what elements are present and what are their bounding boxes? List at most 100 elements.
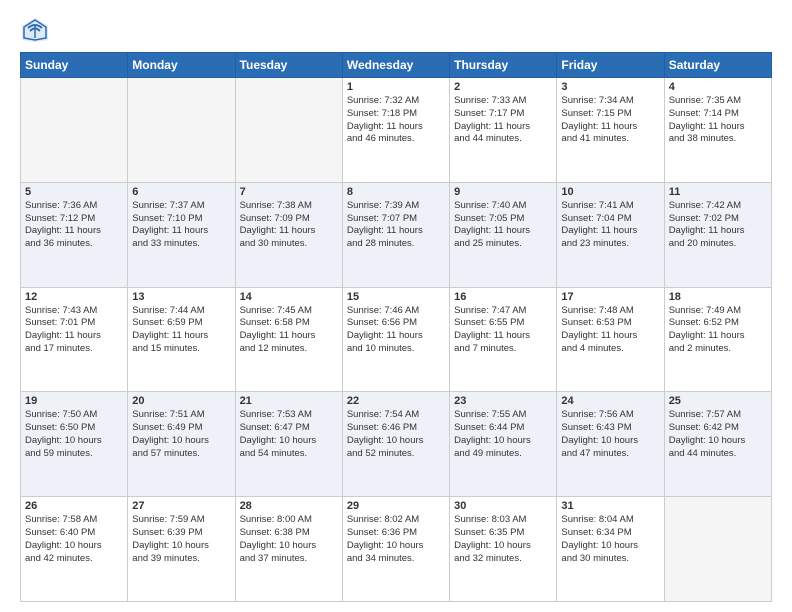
day-number: 20 [132, 395, 230, 407]
week-row-1: 1Sunrise: 7:32 AM Sunset: 7:18 PM Daylig… [21, 78, 772, 183]
day-info: Sunrise: 7:33 AM Sunset: 7:17 PM Dayligh… [454, 95, 552, 146]
day-number: 3 [561, 81, 659, 93]
day-info: Sunrise: 7:40 AM Sunset: 7:05 PM Dayligh… [454, 200, 552, 251]
calendar-cell: 23Sunrise: 7:55 AM Sunset: 6:44 PM Dayli… [450, 392, 557, 497]
day-info: Sunrise: 7:57 AM Sunset: 6:42 PM Dayligh… [669, 409, 767, 460]
day-number: 15 [347, 291, 445, 303]
day-info: Sunrise: 7:44 AM Sunset: 6:59 PM Dayligh… [132, 305, 230, 356]
calendar-cell: 3 Sunrise: 7:34 AM Sunset: 7:15 PM Daylig… [557, 78, 664, 183]
day-info: Sunrise: 7:41 AM Sunset: 7:04 PM Dayligh… [561, 200, 659, 251]
calendar-cell: 27 Sunrise: 7:59 AM Sunset: 6:39 PM Dayli… [128, 497, 235, 602]
week-row-3: 12 Sunrise: 7:43 AM Sunset: 7:01 PM Dayli… [21, 287, 772, 392]
calendar-cell: 10Sunrise: 7:41 AM Sunset: 7:04 PM Dayli… [557, 182, 664, 287]
day-number: 30 [454, 500, 552, 512]
weekday-tuesday: Tuesday [235, 53, 342, 78]
weekday-friday: Friday [557, 53, 664, 78]
calendar-cell: 14 Sunrise: 7:45 AM Sunset: 6:58 PM Dayli… [235, 287, 342, 392]
day-info: Sunrise: 7:55 AM Sunset: 6:44 PM Dayligh… [454, 409, 552, 460]
weekday-wednesday: Wednesday [342, 53, 449, 78]
day-number: 4 [669, 81, 767, 93]
day-info: Sunrise: 7:49 AM Sunset: 6:52 PM Dayligh… [669, 305, 767, 356]
calendar-cell: 30 Sunrise: 8:03 AM Sunset: 6:35 PM Dayli… [450, 497, 557, 602]
day-number: 19 [25, 395, 123, 407]
calendar-cell: 20 Sunrise: 7:51 AM Sunset: 6:49 PM Dayli… [128, 392, 235, 497]
day-info: Sunrise: 7:59 AM Sunset: 6:39 PM Dayligh… [132, 514, 230, 565]
day-info: Sunrise: 8:03 AM Sunset: 6:35 PM Dayligh… [454, 514, 552, 565]
calendar-cell: 24 Sunrise: 7:56 AM Sunset: 6:43 PM Dayli… [557, 392, 664, 497]
day-number: 18 [669, 291, 767, 303]
calendar-cell: 6 Sunrise: 7:37 AM Sunset: 7:10 PM Daylig… [128, 182, 235, 287]
day-number: 27 [132, 500, 230, 512]
day-info: Sunrise: 7:58 AM Sunset: 6:40 PM Dayligh… [25, 514, 123, 565]
calendar-cell: 18 Sunrise: 7:49 AM Sunset: 6:52 PM Dayli… [664, 287, 771, 392]
day-number: 17 [561, 291, 659, 303]
calendar-cell: 22 Sunrise: 7:54 AM Sunset: 6:46 PM Dayli… [342, 392, 449, 497]
day-number: 8 [347, 186, 445, 198]
calendar-cell: 29 Sunrise: 8:02 AM Sunset: 6:36 PM Dayli… [342, 497, 449, 602]
day-number: 11 [669, 186, 767, 198]
day-info: Sunrise: 7:38 AM Sunset: 7:09 PM Dayligh… [240, 200, 338, 251]
weekday-monday: Monday [128, 53, 235, 78]
day-number: 22 [347, 395, 445, 407]
day-info: Sunrise: 7:51 AM Sunset: 6:49 PM Dayligh… [132, 409, 230, 460]
week-row-5: 26Sunrise: 7:58 AM Sunset: 6:40 PM Dayli… [21, 497, 772, 602]
calendar-cell: 25 Sunrise: 7:57 AM Sunset: 6:42 PM Dayli… [664, 392, 771, 497]
day-number: 14 [240, 291, 338, 303]
calendar-cell: 15 Sunrise: 7:46 AM Sunset: 6:56 PM Dayli… [342, 287, 449, 392]
day-number: 9 [454, 186, 552, 198]
calendar-cell [235, 78, 342, 183]
calendar-cell [128, 78, 235, 183]
calendar-cell: 12 Sunrise: 7:43 AM Sunset: 7:01 PM Dayli… [21, 287, 128, 392]
day-info: Sunrise: 8:00 AM Sunset: 6:38 PM Dayligh… [240, 514, 338, 565]
header [20, 16, 772, 44]
day-info: Sunrise: 7:46 AM Sunset: 6:56 PM Dayligh… [347, 305, 445, 356]
calendar-cell: 8Sunrise: 7:39 AM Sunset: 7:07 PM Daylig… [342, 182, 449, 287]
day-info: Sunrise: 7:35 AM Sunset: 7:14 PM Dayligh… [669, 95, 767, 146]
calendar-cell: 7Sunrise: 7:38 AM Sunset: 7:09 PM Daylig… [235, 182, 342, 287]
week-row-2: 5 Sunrise: 7:36 AM Sunset: 7:12 PM Daylig… [21, 182, 772, 287]
calendar-cell: 31 Sunrise: 8:04 AM Sunset: 6:34 PM Dayli… [557, 497, 664, 602]
day-number: 6 [132, 186, 230, 198]
day-number: 2 [454, 81, 552, 93]
day-info: Sunrise: 7:43 AM Sunset: 7:01 PM Dayligh… [25, 305, 123, 356]
calendar-cell: 16Sunrise: 7:47 AM Sunset: 6:55 PM Dayli… [450, 287, 557, 392]
calendar-cell: 5 Sunrise: 7:36 AM Sunset: 7:12 PM Daylig… [21, 182, 128, 287]
day-number: 25 [669, 395, 767, 407]
day-number: 1 [347, 81, 445, 93]
day-info: Sunrise: 7:50 AM Sunset: 6:50 PM Dayligh… [25, 409, 123, 460]
calendar-cell: 19 Sunrise: 7:50 AM Sunset: 6:50 PM Dayli… [21, 392, 128, 497]
day-info: Sunrise: 7:54 AM Sunset: 6:46 PM Dayligh… [347, 409, 445, 460]
day-info: Sunrise: 8:04 AM Sunset: 6:34 PM Dayligh… [561, 514, 659, 565]
day-info: Sunrise: 7:56 AM Sunset: 6:43 PM Dayligh… [561, 409, 659, 460]
day-number: 31 [561, 500, 659, 512]
logo [20, 16, 52, 44]
day-info: Sunrise: 8:02 AM Sunset: 6:36 PM Dayligh… [347, 514, 445, 565]
week-row-4: 19 Sunrise: 7:50 AM Sunset: 6:50 PM Dayli… [21, 392, 772, 497]
day-info: Sunrise: 7:45 AM Sunset: 6:58 PM Dayligh… [240, 305, 338, 356]
calendar-cell: 28 Sunrise: 8:00 AM Sunset: 6:38 PM Dayli… [235, 497, 342, 602]
day-info: Sunrise: 7:34 AM Sunset: 7:15 PM Dayligh… [561, 95, 659, 146]
weekday-sunday: Sunday [21, 53, 128, 78]
day-number: 21 [240, 395, 338, 407]
page: SundayMondayTuesdayWednesdayThursdayFrid… [0, 0, 792, 612]
day-number: 13 [132, 291, 230, 303]
day-number: 12 [25, 291, 123, 303]
day-info: Sunrise: 7:53 AM Sunset: 6:47 PM Dayligh… [240, 409, 338, 460]
day-info: Sunrise: 7:36 AM Sunset: 7:12 PM Dayligh… [25, 200, 123, 251]
day-info: Sunrise: 7:42 AM Sunset: 7:02 PM Dayligh… [669, 200, 767, 251]
calendar-cell [21, 78, 128, 183]
day-info: Sunrise: 7:47 AM Sunset: 6:55 PM Dayligh… [454, 305, 552, 356]
weekday-header-row: SundayMondayTuesdayWednesdayThursdayFrid… [21, 53, 772, 78]
day-number: 5 [25, 186, 123, 198]
calendar-cell [664, 497, 771, 602]
weekday-saturday: Saturday [664, 53, 771, 78]
calendar-cell: 21 Sunrise: 7:53 AM Sunset: 6:47 PM Dayli… [235, 392, 342, 497]
calendar-cell: 1Sunrise: 7:32 AM Sunset: 7:18 PM Daylig… [342, 78, 449, 183]
day-number: 28 [240, 500, 338, 512]
weekday-thursday: Thursday [450, 53, 557, 78]
day-info: Sunrise: 7:37 AM Sunset: 7:10 PM Dayligh… [132, 200, 230, 251]
day-number: 29 [347, 500, 445, 512]
day-info: Sunrise: 7:48 AM Sunset: 6:53 PM Dayligh… [561, 305, 659, 356]
day-number: 24 [561, 395, 659, 407]
calendar-cell: 26Sunrise: 7:58 AM Sunset: 6:40 PM Dayli… [21, 497, 128, 602]
